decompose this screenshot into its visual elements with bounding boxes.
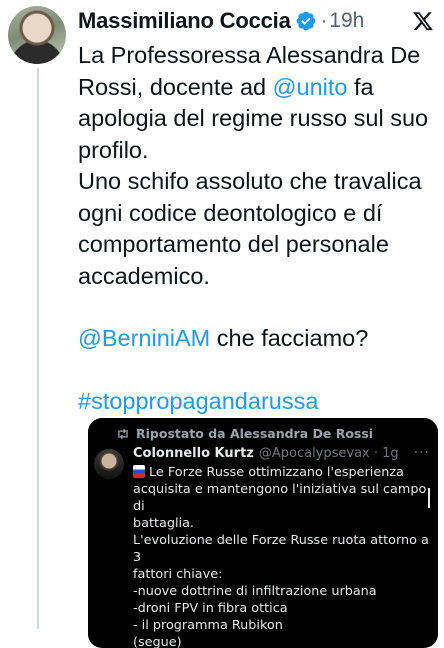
inner-line: (segue): [133, 635, 182, 648]
inner-line: battaglia.: [133, 516, 194, 531]
inner-line: -droni FPV in fibra ottica: [133, 601, 288, 616]
media-screenshot[interactable]: Ripostato da Alessandra De Rossi Colonne…: [88, 418, 438, 648]
repost-label: Ripostato da Alessandra De Rossi: [136, 426, 374, 441]
more-options-icon: ···: [413, 445, 430, 461]
tweet-paragraph-2: Uno schifo assoluto che travalica ogni c…: [78, 168, 422, 289]
text-cursor: [428, 488, 430, 508]
inner-line: - il programma Rubikon: [133, 618, 283, 633]
tweet-text: La Professoressa Alessandra De Rossi, do…: [78, 40, 438, 417]
inner-line: Le Forze Russe ottimizzano l'esperienza: [133, 464, 433, 481]
inner-line: -nuove dottrine di infiltrazione urbana: [133, 584, 377, 599]
repost-row: Ripostato da Alessandra De Rossi: [116, 426, 373, 441]
x-logo-icon: [413, 12, 433, 31]
inner-line-text: Le Forze Russe ottimizzano l'esperienza: [149, 465, 404, 480]
author-name[interactable]: Massimiliano Coccia: [78, 8, 291, 34]
verified-badge-icon: [296, 11, 316, 31]
inner-line: acquisita e mantengono l'iniziativa sul …: [133, 482, 427, 514]
mention-unito-link[interactable]: @unito: [273, 74, 348, 100]
inner-post-text: Le Forze Russe ottimizzano l'esperienza …: [133, 464, 433, 648]
tweet-header: Massimiliano Coccia · 19h: [78, 5, 434, 37]
tweet-paragraph-4: #stoppropagandarussa: [78, 386, 438, 418]
russia-flag-icon: [133, 465, 145, 478]
tweet-paragraph-1: La Professoressa Alessandra De Rossi, do…: [78, 40, 438, 166]
inner-author-handle: @Apocalypsevax · 1g: [258, 445, 399, 461]
mention-bernini-link[interactable]: @BerniniAM: [78, 325, 210, 351]
author-avatar[interactable]: [8, 6, 66, 64]
tweet-paragraph-3: @BerniniAM che facciamo?: [78, 323, 438, 355]
inner-header: Colonnello Kurtz @Apocalypsevax · 1g ···: [133, 445, 430, 461]
tweet-timestamp[interactable]: 19h: [329, 9, 364, 33]
hashtag-link[interactable]: #stoppropagandarussa: [78, 388, 318, 414]
inner-line: fattori chiave:: [133, 567, 223, 582]
repost-icon: [118, 428, 128, 439]
separator-dot: ·: [320, 9, 328, 32]
inner-author-name: Colonnello Kurtz: [133, 445, 254, 461]
thread-line: [37, 68, 39, 629]
tweet-text-segment: che facciamo?: [210, 325, 369, 351]
inner-line: L'evoluzione delle Forze Russe ruota att…: [133, 533, 429, 565]
inner-author-avatar: [94, 449, 124, 479]
